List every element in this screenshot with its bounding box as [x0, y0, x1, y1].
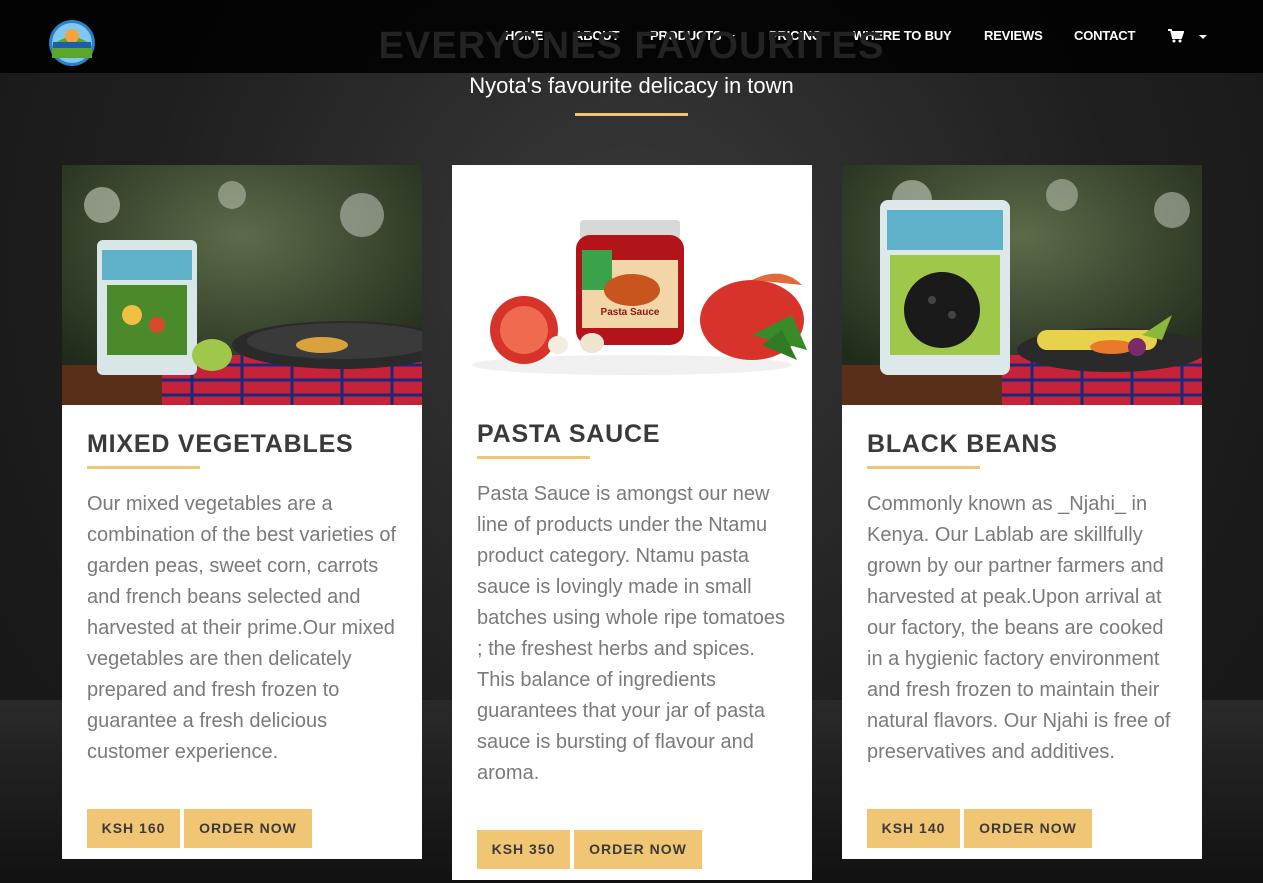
nav-pricing[interactable]: PRICING [769, 28, 822, 43]
nav-about[interactable]: ABOUT [574, 28, 619, 43]
nav-contact[interactable]: CONTACT [1074, 28, 1135, 43]
product-image-black-beans [842, 165, 1202, 405]
nav-products-label: PRODUCTS [650, 28, 722, 43]
price-button[interactable]: KSH 160 [87, 809, 180, 848]
cart-icon[interactable] [1168, 29, 1184, 43]
card-title: BLACK BEANS [867, 430, 1058, 458]
product-card-pasta-sauce: Pasta Sauce PASTA SAUCE Pasta Sauce is a… [452, 165, 812, 880]
card-title: PASTA SAUCE [477, 420, 661, 448]
order-now-button[interactable]: ORDER NOW [964, 809, 1092, 848]
nav-reviews[interactable]: REVIEWS [984, 28, 1043, 43]
nav-where-to-buy[interactable]: WHERE TO BUY [853, 28, 952, 43]
card-description: Commonly known as _Njahi_ in Kenya. Our … [867, 493, 1171, 763]
price-button[interactable]: KSH 350 [477, 830, 570, 869]
order-now-button[interactable]: ORDER NOW [184, 809, 312, 848]
price-button[interactable]: KSH 140 [867, 809, 960, 848]
navbar: HOME ABOUT PRODUCTS PRICING WHERE TO BUY… [0, 0, 1263, 73]
cart-dropdown-caret-icon[interactable] [1199, 35, 1207, 39]
card-title: MIXED VEGETABLES [87, 430, 354, 458]
product-image-pasta-sauce: Pasta Sauce [452, 165, 812, 395]
subtitle-underline [575, 113, 688, 116]
chevron-down-icon [727, 34, 736, 39]
section-subtitle: Nyota's favourite delicacy in town [469, 73, 794, 98]
card-title-underline [867, 466, 980, 469]
order-now-button[interactable]: ORDER NOW [574, 830, 702, 869]
nav-products[interactable]: PRODUCTS [650, 28, 736, 43]
card-description: Pasta Sauce is amongst our new line of p… [477, 483, 785, 784]
card-title-underline [477, 456, 590, 459]
card-description: Our mixed vegetables are a combination o… [87, 493, 397, 763]
product-image-mixed-vegetables [62, 165, 422, 405]
logo[interactable] [47, 18, 97, 68]
nav-home[interactable]: HOME [505, 28, 543, 43]
card-title-underline [87, 466, 200, 469]
product-card-black-beans: BLACK BEANS Commonly known as _Njahi_ in… [842, 165, 1202, 859]
svg-text:Pasta Sauce: Pasta Sauce [601, 307, 660, 318]
product-card-mixed-vegetables: MIXED VEGETABLES Our mixed vegetables ar… [62, 165, 422, 859]
